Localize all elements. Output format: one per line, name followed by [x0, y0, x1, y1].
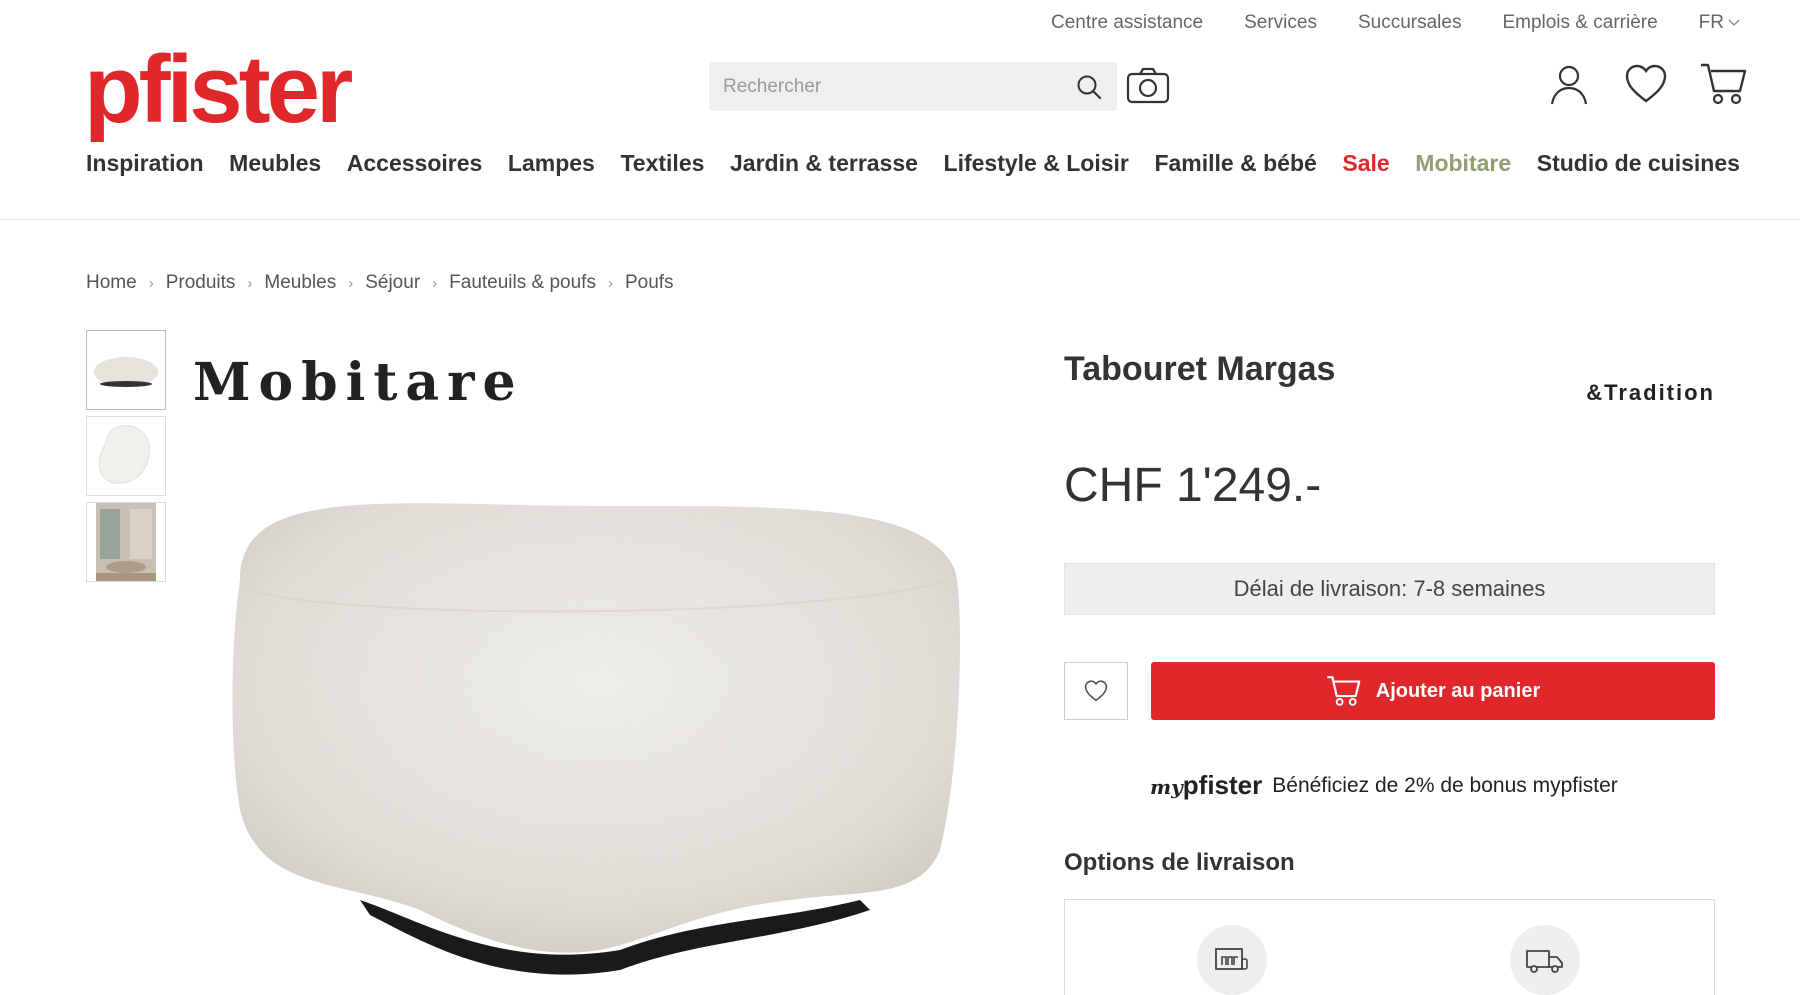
mypfister-logo: mypfister — [1150, 770, 1263, 800]
breadcrumb-produits[interactable]: Produits — [166, 272, 236, 294]
add-to-cart-button[interactable]: Ajouter au panier — [1151, 662, 1715, 720]
chevron-right-icon: › — [348, 274, 354, 292]
delivery-options-title: Options de livraison — [1064, 849, 1295, 876]
add-to-wishlist-button[interactable] — [1064, 662, 1128, 720]
main-nav: Inspiration Meubles Accessoires Lampes T… — [86, 150, 1740, 177]
site-logo[interactable]: pfister — [84, 42, 353, 138]
nav-item-textiles[interactable]: Textiles — [620, 150, 704, 177]
delivery-truck-icon[interactable] — [1510, 925, 1580, 995]
search-bar — [709, 62, 1117, 111]
nav-item-lampes[interactable]: Lampes — [508, 150, 595, 177]
search-icon[interactable] — [1075, 73, 1103, 101]
breadcrumb-fauteuils[interactable]: Fauteuils & poufs — [449, 272, 596, 294]
chevron-right-icon: › — [607, 274, 613, 292]
thumbnail-gallery — [86, 330, 166, 582]
breadcrumb: Home › Produits › Meubles › Séjour › Fau… — [86, 272, 674, 294]
bonus-info: mypfister Bénéficiez de 2% de bonus mypf… — [1150, 770, 1618, 801]
product-image[interactable] — [220, 470, 980, 990]
nav-item-mobitare[interactable]: Mobitare — [1415, 150, 1511, 177]
nav-item-inspiration[interactable]: Inspiration — [86, 150, 204, 177]
breadcrumb-meubles[interactable]: Meubles — [264, 272, 336, 294]
brand-logo-tradition[interactable]: &Tradition — [1586, 380, 1715, 406]
store-pickup-icon[interactable] — [1197, 925, 1267, 995]
language-label: FR — [1698, 12, 1724, 33]
nav-item-famille[interactable]: Famille & bébé — [1154, 150, 1316, 177]
bonus-text: Bénéficiez de 2% de bonus mypfister — [1272, 773, 1618, 797]
wishlist-icon[interactable] — [1624, 62, 1667, 106]
chevron-right-icon: › — [148, 274, 154, 292]
header-actions — [1548, 62, 1747, 106]
nav-item-sale[interactable]: Sale — [1342, 150, 1389, 177]
delivery-time-notice: Délai de livraison: 7-8 semaines — [1064, 563, 1715, 615]
product-title: Tabouret Margas — [1064, 350, 1336, 388]
utility-link-services[interactable]: Services — [1244, 12, 1317, 34]
breadcrumb-home[interactable]: Home — [86, 272, 137, 294]
nav-item-lifestyle[interactable]: Lifestyle & Loisir — [944, 150, 1129, 177]
thumbnail-1[interactable] — [86, 330, 166, 410]
nav-item-jardin[interactable]: Jardin & terrasse — [730, 150, 918, 177]
chevron-right-icon: › — [432, 274, 438, 292]
utility-nav: Centre assistance Services Succursales E… — [1051, 12, 1740, 34]
breadcrumb-sejour[interactable]: Séjour — [365, 272, 420, 294]
nav-item-meubles[interactable]: Meubles — [229, 150, 321, 177]
add-to-cart-label: Ajouter au panier — [1375, 679, 1541, 702]
nav-item-cuisines[interactable]: Studio de cuisines — [1537, 150, 1740, 177]
breadcrumb-poufs[interactable]: Poufs — [625, 272, 674, 294]
chevron-right-icon: › — [247, 274, 253, 292]
chevron-down-icon — [1728, 19, 1740, 26]
delivery-options-panel — [1064, 899, 1715, 995]
utility-link-help[interactable]: Centre assistance — [1051, 12, 1203, 34]
cart-icon — [1327, 676, 1361, 706]
nav-item-accessoires[interactable]: Accessoires — [347, 150, 483, 177]
language-selector[interactable]: FR — [1699, 12, 1740, 34]
camera-icon[interactable] — [1126, 66, 1170, 106]
search-input[interactable] — [723, 75, 1075, 98]
product-price: CHF 1'249.- — [1064, 459, 1322, 512]
thumbnail-2[interactable] — [86, 416, 166, 496]
heart-icon — [1084, 680, 1108, 702]
cart-icon[interactable] — [1700, 62, 1747, 106]
utility-link-stores[interactable]: Succursales — [1358, 12, 1462, 34]
header-divider — [0, 219, 1800, 220]
utility-link-careers[interactable]: Emplois & carrière — [1502, 12, 1657, 34]
account-icon[interactable] — [1548, 62, 1590, 106]
brand-logo-mobitare: Mobitare — [193, 352, 524, 413]
thumbnail-3[interactable] — [86, 502, 166, 582]
